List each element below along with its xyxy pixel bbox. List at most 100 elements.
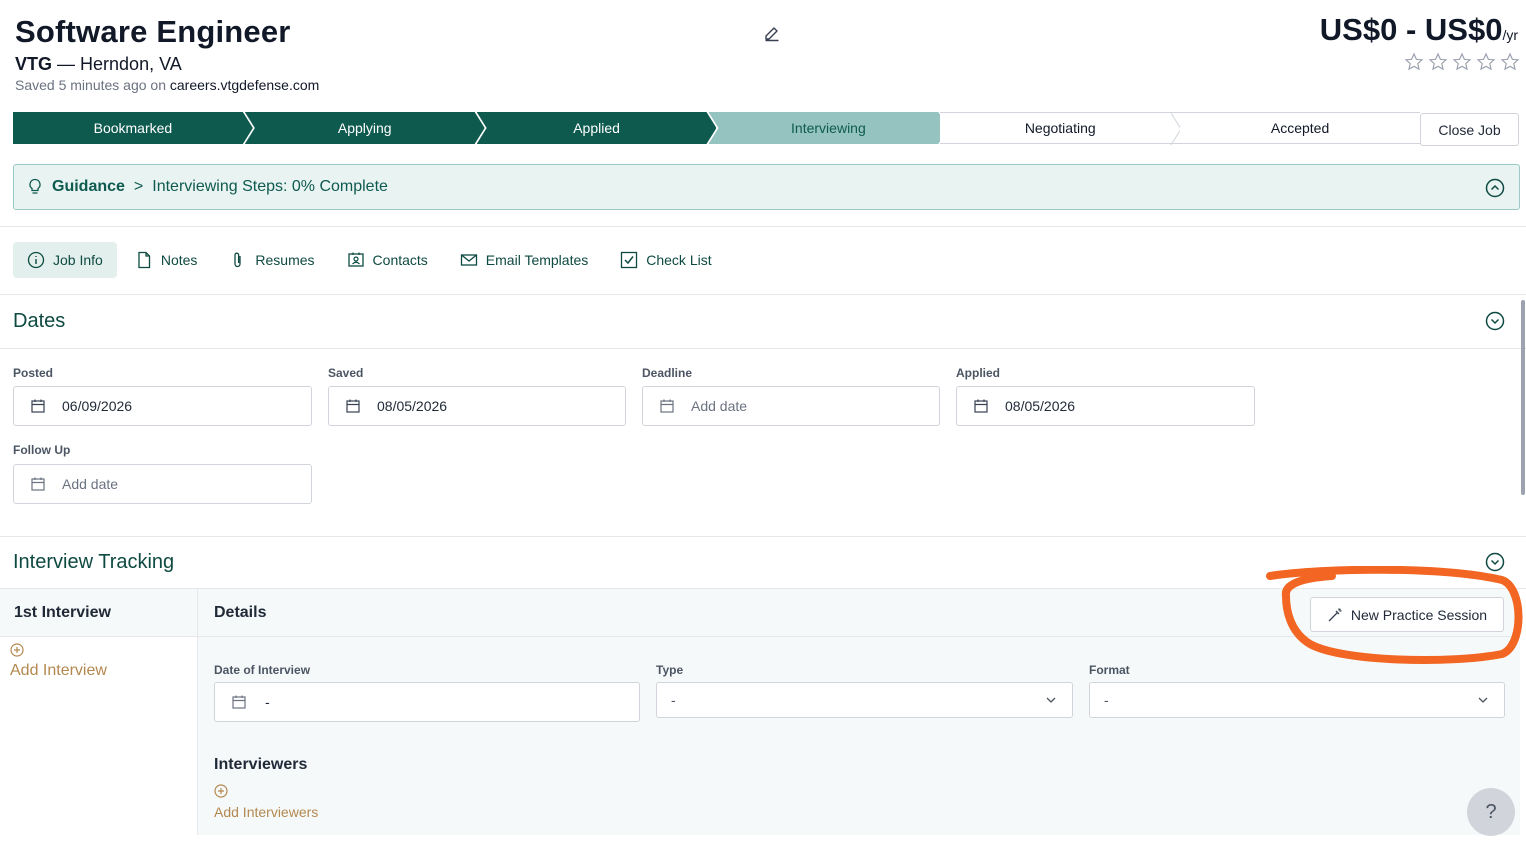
type-select[interactable]: - (656, 682, 1073, 718)
document-icon (138, 251, 150, 269)
format-value: - (1104, 692, 1109, 708)
rating-stars (1404, 52, 1520, 72)
guidance-separator: > (133, 178, 144, 195)
source-link[interactable]: careers.vtgdefense.com (170, 77, 319, 93)
tab-check-list[interactable]: Check List (606, 242, 725, 278)
job-location: Herndon, VA (80, 54, 182, 74)
plus-circle-icon[interactable] (10, 643, 24, 657)
tab-resumes[interactable]: Resumes (215, 242, 328, 278)
location-separator: — (52, 54, 81, 74)
type-value: - (671, 692, 676, 708)
tab-label: Email Templates (485, 252, 589, 268)
type-label: Type (656, 663, 684, 677)
interview-date-field[interactable]: - (214, 682, 640, 722)
edit-pencil-icon[interactable] (762, 24, 782, 44)
stage-applied[interactable]: Applied (477, 112, 717, 144)
plus-circle-icon[interactable] (214, 784, 228, 798)
interview-list-item[interactable]: 1st Interview (0, 589, 197, 637)
posted-date-value: 06/09/2026 (62, 398, 133, 414)
paperclip-icon (234, 252, 242, 268)
add-interview-row: Add Interview (0, 637, 197, 680)
format-label: Format (1089, 663, 1130, 677)
company-name: VTG (15, 54, 53, 74)
tab-label: Job Info (53, 252, 103, 268)
divider (0, 536, 1526, 537)
stage-interviewing[interactable]: Interviewing (708, 112, 948, 144)
tab-label: Resumes (255, 252, 315, 268)
tab-label: Check List (646, 252, 712, 268)
close-job-button[interactable]: Close Job (1420, 113, 1519, 146)
applied-label: Applied (956, 366, 1000, 380)
deadline-date-placeholder: Add date (691, 398, 748, 414)
add-interview-link[interactable]: Add Interview (10, 662, 197, 680)
envelope-icon (460, 254, 477, 266)
saved-status: Saved 5 minutes ago on careers.vtgdefens… (15, 77, 319, 93)
chevron-down-icon (1478, 697, 1488, 703)
tab-notes[interactable]: Notes (121, 242, 212, 278)
scrollbar[interactable] (1521, 300, 1525, 495)
annotation-circle (1266, 566, 1523, 664)
job-title: Software Engineer (15, 14, 291, 49)
divider (0, 226, 1526, 227)
guidance-label: Guidance (52, 178, 125, 195)
tab-label: Contacts (372, 252, 428, 268)
saved-label: Saved (328, 366, 364, 380)
info-icon (27, 251, 45, 269)
applied-date-field[interactable]: 08/05/2026 (956, 386, 1255, 426)
star-icon[interactable] (1428, 52, 1448, 72)
star-icon[interactable] (1404, 52, 1424, 72)
stage-applying[interactable]: Applying (245, 112, 485, 144)
deadline-date-field[interactable]: Add date (642, 386, 940, 426)
star-icon[interactable] (1452, 52, 1472, 72)
interviewers-heading: Interviewers (214, 756, 308, 773)
dates-section-title: Dates (13, 310, 66, 332)
saved-date-value: 08/05/2026 (377, 398, 448, 414)
follow-up-label: Follow Up (13, 443, 71, 457)
saved-date-field[interactable]: 08/05/2026 (328, 386, 626, 426)
star-icon[interactable] (1500, 52, 1520, 72)
stage-accepted[interactable]: Accepted (1180, 112, 1420, 144)
add-interviewers-link[interactable]: Add Interviewers (214, 804, 318, 820)
tab-contacts[interactable]: Contacts (333, 242, 442, 278)
calendar-icon (974, 399, 988, 413)
deadline-label: Deadline (642, 366, 693, 380)
company-location: VTG — Herndon, VA (15, 54, 182, 75)
add-interviewers-row: Add Interviewers (214, 784, 318, 820)
guidance-bar[interactable]: Guidance > Interviewing Steps: 0% Comple… (13, 164, 1520, 210)
chevron-down-icon (1046, 697, 1056, 703)
guidance-progress: Interviewing Steps: 0% Complete (152, 178, 388, 195)
posted-label: Posted (13, 366, 54, 380)
format-select[interactable]: - (1089, 682, 1505, 718)
date-of-interview-label: Date of Interview (214, 663, 311, 677)
calendar-icon (660, 399, 674, 413)
chevron-up-circle-icon[interactable] (1485, 178, 1505, 198)
calendar-icon (232, 695, 246, 709)
divider (0, 348, 1526, 349)
status-pipeline: Bookmarked Applying Applied Interviewing… (13, 112, 1420, 145)
tab-job-info[interactable]: Job Info (13, 242, 117, 278)
calendar-icon (31, 399, 45, 413)
posted-date-field[interactable]: 06/09/2026 (13, 386, 312, 426)
checkbox-icon (621, 251, 638, 269)
stage-bookmarked[interactable]: Bookmarked (13, 112, 253, 144)
follow-up-date-placeholder: Add date (62, 476, 119, 492)
calendar-icon (346, 399, 360, 413)
lightbulb-icon (29, 178, 41, 194)
follow-up-date-field[interactable]: Add date (13, 464, 312, 504)
contact-card-icon (347, 252, 364, 267)
interview-date-value: - (265, 694, 270, 710)
tab-bar: Job Info Notes Resumes Contacts Email Te… (13, 242, 726, 278)
tab-email-templates[interactable]: Email Templates (446, 242, 602, 278)
applied-date-value: 08/05/2026 (1005, 398, 1076, 414)
salary-unit: /yr (1502, 27, 1518, 43)
star-icon[interactable] (1476, 52, 1496, 72)
salary-value: US$0 - US$0 (1319, 12, 1503, 47)
chevron-down-circle-icon[interactable] (1485, 311, 1505, 331)
interview-tracking-title: Interview Tracking (13, 551, 175, 573)
help-button[interactable]: ? (1467, 788, 1515, 836)
stage-negotiating[interactable]: Negotiating (940, 112, 1182, 145)
tab-label: Notes (160, 252, 198, 268)
stage-negotiating-label: Negotiating (1024, 120, 1096, 136)
salary-range: US$0 - US$0/yr (1320, 12, 1518, 48)
divider (0, 294, 1526, 295)
